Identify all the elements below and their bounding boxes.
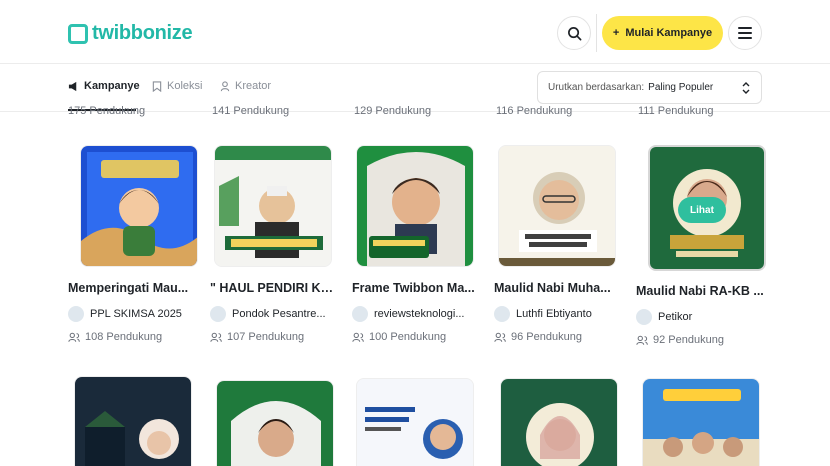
tab-koleksi-label: Koleksi	[167, 80, 203, 92]
supporters-count: 100 Pendukung	[369, 331, 447, 343]
supporters: 92 Pendukung	[636, 334, 724, 346]
start-campaign-label: Mulai Kampanye	[625, 27, 713, 39]
campaign-frame-image	[81, 146, 197, 266]
campaign-card[interactable]: Frame Twibbon Ma... reviewsteknologi... …	[352, 145, 476, 355]
supporters-count: 107 Pendukung	[227, 331, 305, 343]
campaign-card[interactable]: Lihat Maulid Nabi RA-KB ... Petikor 92 P…	[636, 145, 766, 355]
campaign-thumbnail[interactable]	[498, 145, 616, 267]
author-name: Petikor	[658, 311, 693, 323]
logo-mark-icon	[68, 23, 88, 44]
campaign-thumbnail[interactable]	[80, 145, 198, 267]
campaign-card[interactable]: Memperingati Mau... PPL SKIMSA 2025 108 …	[68, 145, 198, 355]
plus-icon: +	[612, 27, 620, 39]
sort-dropdown[interactable]: Urutkan berdasarkan: Paling Populer	[537, 71, 762, 104]
campaign-card[interactable]	[68, 376, 192, 466]
supporters-count: 175 Pendukung	[68, 105, 146, 117]
view-button[interactable]: Lihat	[678, 197, 726, 223]
search-icon	[567, 26, 581, 40]
campaign-card[interactable]: " HAUL PENDIRI KE ... Pondok Pesantre...…	[210, 145, 340, 355]
campaign-thumbnail[interactable]	[214, 145, 332, 267]
supporters-count: 129 Pendukung	[354, 105, 432, 117]
users-icon	[636, 335, 648, 345]
campaign-thumbnail[interactable]	[356, 378, 474, 466]
campaign-thumbnail[interactable]: Lihat	[648, 145, 766, 271]
tab-kampanye-label: Kampanye	[84, 80, 140, 92]
search-button[interactable]	[557, 16, 591, 50]
avatar	[68, 306, 84, 322]
person-icon	[220, 80, 230, 91]
campaign-thumbnail[interactable]	[642, 378, 760, 466]
supporters: 107 Pendukung	[210, 331, 304, 343]
chevron-updown-icon	[742, 82, 750, 94]
campaign-thumbnail[interactable]	[356, 145, 474, 267]
supporters-count: 111 Pendukung	[638, 105, 714, 117]
supporters: 96 Pendukung	[494, 331, 582, 343]
campaign-card[interactable]	[494, 376, 618, 466]
supporters-count: 92 Pendukung	[653, 334, 724, 346]
campaign-author[interactable]: Pondok Pesantre...	[210, 306, 340, 322]
header-divider	[596, 14, 597, 52]
avatar	[352, 306, 368, 322]
campaign-thumbnail[interactable]	[74, 376, 192, 466]
users-icon	[210, 332, 222, 342]
campaign-author[interactable]: reviewsteknologi...	[352, 306, 482, 322]
author-name: Luthfi Ebtiyanto	[516, 308, 592, 320]
campaign-card[interactable]	[636, 376, 760, 466]
campaign-frame-image	[75, 377, 191, 466]
users-icon	[68, 332, 80, 342]
campaign-frame-image	[501, 379, 617, 466]
campaign-frame-image	[217, 381, 333, 466]
tab-kampanye[interactable]: Kampanye	[68, 80, 140, 92]
campaign-card[interactable]	[210, 376, 334, 466]
start-campaign-button[interactable]: + Mulai Kampanye	[602, 16, 723, 50]
campaign-title[interactable]: Maulid Nabi RA-KB ...	[636, 284, 766, 298]
campaign-card[interactable]: Maulid Nabi Muha... Luthfi Ebtiyanto 96 …	[494, 145, 618, 355]
campaign-thumbnail[interactable]	[500, 378, 618, 466]
campaign-title[interactable]: Memperingati Mau...	[68, 281, 198, 295]
supporters-count: 96 Pendukung	[511, 331, 582, 343]
campaign-frame-image	[215, 146, 331, 266]
brand-name: twibbonize	[92, 22, 193, 44]
campaign-frame-image	[357, 146, 473, 266]
supporters-count: 108 Pendukung	[85, 331, 163, 343]
supporters-count: 141 Pendukung	[212, 105, 290, 117]
campaign-author[interactable]: Petikor	[636, 309, 766, 325]
campaign-frame-image	[499, 146, 615, 266]
previous-row-counts: 175 Pendukung 141 Pendukung 129 Pendukun…	[0, 103, 830, 117]
top-header: twibbonize + Mulai Kampanye	[0, 0, 830, 64]
supporters-count: 116 Pendukung	[496, 105, 573, 117]
campaign-thumbnail[interactable]	[216, 380, 334, 466]
tab-koleksi[interactable]: Koleksi	[152, 80, 202, 92]
supporters: 100 Pendukung	[352, 331, 446, 343]
users-icon	[352, 332, 364, 342]
megaphone-icon	[68, 81, 77, 91]
tab-kreator[interactable]: Kreator	[220, 80, 271, 92]
campaign-frame-image	[643, 379, 759, 466]
campaign-author[interactable]: PPL SKIMSA 2025	[68, 306, 198, 322]
hamburger-icon	[738, 27, 752, 39]
avatar	[494, 306, 510, 322]
campaign-title[interactable]: Maulid Nabi Muha...	[494, 281, 624, 295]
sort-label: Urutkan berdasarkan:	[548, 82, 645, 93]
avatar	[210, 306, 226, 322]
brand-logo[interactable]: twibbonize	[68, 22, 193, 45]
bookmark-icon	[152, 80, 162, 92]
sort-value: Paling Populer	[648, 82, 714, 93]
campaign-frame-image	[357, 379, 473, 466]
campaign-card[interactable]	[352, 376, 476, 466]
campaign-title[interactable]: Frame Twibbon Ma...	[352, 281, 482, 295]
tab-kreator-label: Kreator	[235, 80, 272, 92]
campaign-author[interactable]: Luthfi Ebtiyanto	[494, 306, 624, 322]
avatar	[636, 309, 652, 325]
menu-button[interactable]	[728, 16, 762, 50]
supporters: 108 Pendukung	[68, 331, 162, 343]
author-name: reviewsteknologi...	[374, 308, 465, 320]
author-name: Pondok Pesantre...	[232, 308, 326, 320]
users-icon	[494, 332, 506, 342]
campaign-title[interactable]: " HAUL PENDIRI KE ...	[210, 281, 340, 295]
author-name: PPL SKIMSA 2025	[90, 308, 182, 320]
